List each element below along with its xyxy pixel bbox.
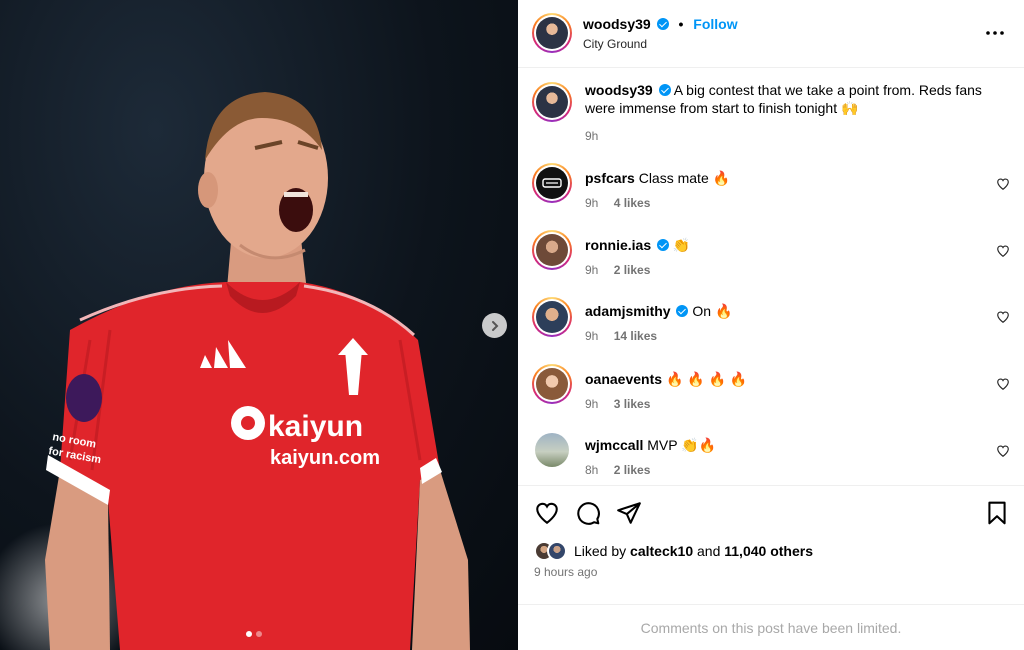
heart-icon[interactable] <box>534 500 560 526</box>
like-comment-heart-icon[interactable] <box>996 377 1010 391</box>
author-username[interactable]: woodsy39 <box>583 16 651 32</box>
post-photo: kaiyun kaiyun kaiyun.com no room for rac… <box>0 0 518 650</box>
comments-list: woodsy39 A big contest that we take a po… <box>518 69 1024 485</box>
comment-time: 9h <box>585 397 599 411</box>
comment-item: wjmccall MVP 👏🔥 8h 2 likes <box>518 431 1024 485</box>
comment-text: On 🔥 <box>692 303 733 319</box>
player-right-arm <box>412 470 470 650</box>
liker-avatar[interactable] <box>547 541 567 561</box>
comment-meta: 9h 4 likes <box>585 196 650 210</box>
comment-likes[interactable]: 4 likes <box>614 196 651 210</box>
verified-badge-icon <box>657 239 670 251</box>
author-avatar[interactable] <box>532 13 572 53</box>
comment-text: 🔥 🔥 🔥 🔥 <box>665 371 748 387</box>
like-comment-heart-icon[interactable] <box>996 310 1010 324</box>
comment-item: psfcars Class mate 🔥 9h 4 likes <box>518 163 1024 223</box>
comment-avatar[interactable] <box>532 230 572 270</box>
comment-username[interactable]: adamjsmithy <box>585 303 671 319</box>
player-shirt <box>60 282 440 650</box>
kit-sponsor-text: kaiyun <box>268 410 363 443</box>
carousel-dots <box>246 631 262 637</box>
post-actions: Liked by calteck10 and 11,040 others 9 h… <box>518 485 1024 650</box>
comment-time: 8h <box>585 463 599 477</box>
like-comment-heart-icon[interactable] <box>996 177 1010 191</box>
psf-logo-icon <box>542 178 562 188</box>
next-slide-button[interactable] <box>482 313 507 338</box>
carousel-dot-1[interactable] <box>246 631 252 637</box>
liked-by-prefix: Liked by <box>574 543 627 559</box>
paper-plane-icon[interactable] <box>616 500 642 526</box>
bookmark-icon[interactable] <box>984 500 1010 526</box>
comment-avatar[interactable] <box>532 297 572 337</box>
post-timestamp[interactable]: 9 hours ago <box>534 565 597 579</box>
kit-sponsor-url: kaiyun.com <box>270 447 380 469</box>
chevron-right-icon <box>491 320 498 331</box>
caption-meta: 9h <box>585 129 598 143</box>
post-side-panel: woodsy39 • Follow City Ground woodsy39 A… <box>518 0 1024 650</box>
like-comment-heart-icon[interactable] <box>996 244 1010 258</box>
comment-avatar[interactable] <box>532 163 572 203</box>
caption-time: 9h <box>585 129 599 143</box>
comment-likes[interactable]: 14 likes <box>614 329 657 343</box>
liked-by-user[interactable]: calteck10 <box>630 543 693 559</box>
comment-likes[interactable]: 3 likes <box>614 397 651 411</box>
comment-username[interactable]: wjmccall <box>585 437 643 453</box>
liked-by-row: Liked by calteck10 and 11,040 others <box>534 541 813 561</box>
player-photo: kaiyun kaiyun kaiyun.com no room for rac… <box>45 92 470 650</box>
comment-item: ronnie.ias 👏 9h 2 likes <box>518 230 1024 290</box>
comments-limited-notice: Comments on this post have been limited. <box>518 604 1024 650</box>
comment-item: oanaevents 🔥 🔥 🔥 🔥 9h 3 likes <box>518 364 1024 424</box>
comment-time: 9h <box>585 329 599 343</box>
comment-item: adamjsmithy On 🔥 9h 14 likes <box>518 297 1024 357</box>
comment-meta: 9h 14 likes <box>585 329 657 343</box>
comment-text: 👏 <box>672 237 691 253</box>
post-location[interactable]: City Ground <box>583 37 647 51</box>
verified-badge-icon <box>656 18 669 30</box>
more-horizontal-icon <box>986 31 1004 35</box>
league-badge <box>66 374 102 422</box>
comment-text: Class mate 🔥 <box>638 170 731 186</box>
comment-meta: 8h 2 likes <box>585 463 650 477</box>
author-line: woodsy39 • Follow <box>583 16 738 32</box>
caption-avatar[interactable] <box>532 82 572 122</box>
comment-likes[interactable]: 2 likes <box>614 263 651 277</box>
liker-avatars[interactable] <box>534 541 568 561</box>
verified-badge-icon <box>676 305 689 317</box>
comment-meta: 9h 2 likes <box>585 263 650 277</box>
comment-username[interactable]: psfcars <box>585 170 635 186</box>
carousel-dot-2[interactable] <box>256 631 262 637</box>
comment-bubble-icon[interactable] <box>575 500 601 526</box>
header-separator: • <box>678 16 684 32</box>
comment-time: 9h <box>585 263 599 277</box>
caption-username[interactable]: woodsy39 <box>585 82 653 98</box>
follow-button[interactable]: Follow <box>693 16 737 32</box>
liked-by-others[interactable]: 11,040 others <box>724 543 813 559</box>
comment-username[interactable]: oanaevents <box>585 371 662 387</box>
comment-meta: 9h 3 likes <box>585 397 650 411</box>
comment-time: 9h <box>585 196 599 210</box>
more-options-button[interactable] <box>984 24 1006 42</box>
comment-avatar[interactable] <box>532 364 572 404</box>
comment-avatar[interactable] <box>535 433 569 467</box>
liked-by-and: and <box>697 543 721 559</box>
comment-likes[interactable]: 2 likes <box>614 463 651 477</box>
like-comment-heart-icon[interactable] <box>996 444 1010 458</box>
comment-username[interactable]: ronnie.ias <box>585 237 651 253</box>
verified-badge-icon <box>658 84 671 96</box>
caption: woodsy39 A big contest that we take a po… <box>518 81 1024 151</box>
post-header: woodsy39 • Follow City Ground <box>518 0 1024 68</box>
comment-text: MVP 👏🔥 <box>647 437 717 453</box>
